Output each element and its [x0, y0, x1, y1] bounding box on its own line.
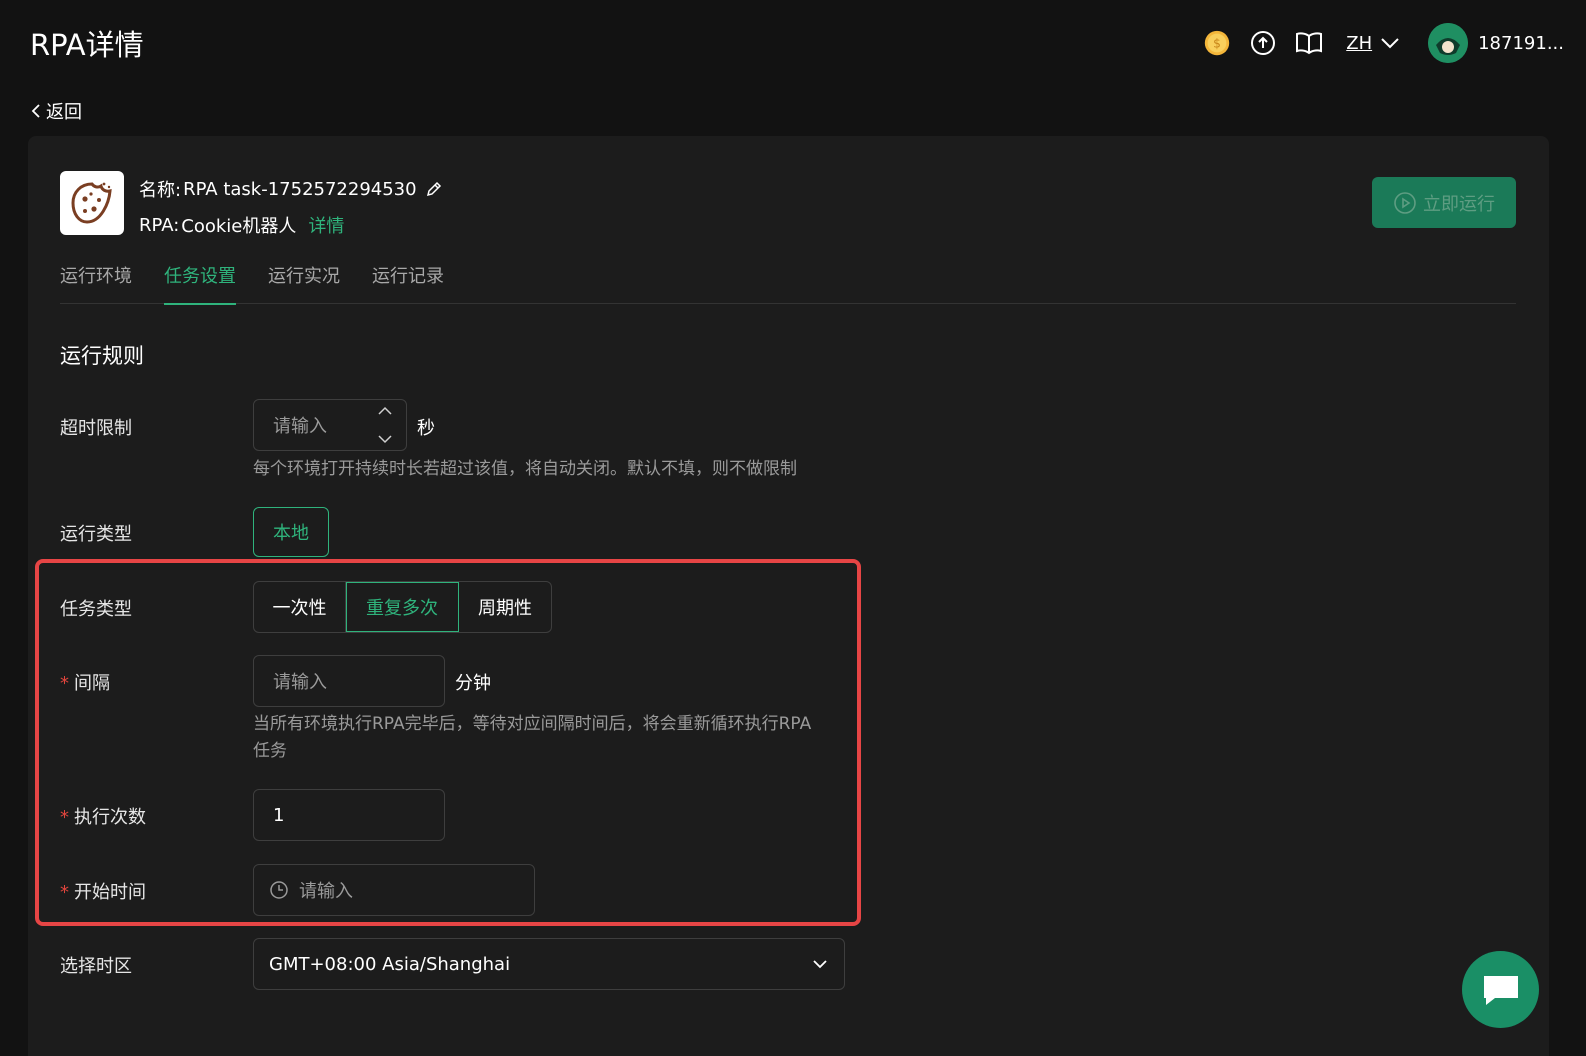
rpa-label: RPA: [139, 214, 180, 236]
back-button[interactable]: 返回 [30, 98, 82, 124]
interval-unit: 分钟 [455, 673, 491, 694]
timeout-placeholder: 请输入 [273, 416, 327, 437]
run-type-local[interactable]: 本地 [253, 507, 329, 557]
play-circle-icon [1394, 191, 1416, 214]
exec-count-label: * 执行次数 [60, 803, 146, 829]
book-icon[interactable] [1294, 28, 1324, 58]
start-time-label-text: 开始时间 [74, 882, 146, 903]
timeout-input[interactable]: 请输入 [253, 399, 407, 451]
task-name-label: 名称: [139, 180, 182, 201]
start-time-placeholder: 请输入 [299, 881, 353, 902]
timeout-hint: 每个环境打开持续时长若超过该值，将自动关闭。默认不填，则不做限制 [253, 459, 797, 479]
task-rpa-row: RPA: Cookie机器人 详情 [139, 212, 443, 238]
interval-label-text: 间隔 [74, 673, 110, 694]
run-now-label: 立即运行 [1423, 193, 1495, 215]
task-name-row: 名称: RPA task-1752572294530 [139, 177, 443, 201]
timezone-value: GMT+08:00 Asia/Shanghai [269, 953, 511, 975]
interval-label: * 间隔 [60, 669, 110, 695]
clock-icon [270, 881, 288, 899]
rpa-detail-link[interactable]: 详情 [308, 212, 344, 238]
chat-button[interactable] [1462, 951, 1539, 1028]
language-label: ZH [1346, 32, 1373, 54]
chevron-down-icon[interactable] [378, 435, 392, 444]
required-mark: * [60, 807, 69, 828]
start-time-label: * 开始时间 [60, 878, 146, 904]
chevron-left-icon [31, 104, 40, 118]
exec-count-input[interactable]: 1 [253, 789, 445, 841]
tab-records[interactable]: 运行记录 [372, 260, 444, 304]
start-time-picker[interactable]: 请输入 [253, 864, 535, 916]
interval-hint-line1: 当所有环境执行RPA完毕后，等待对应间隔时间后，将会重新循环执行RPA [253, 714, 812, 734]
tab-run-env[interactable]: 运行环境 [60, 260, 132, 304]
timezone-select[interactable]: GMT+08:00 Asia/Shanghai [253, 938, 845, 990]
chevron-up-icon[interactable] [378, 406, 392, 415]
interval-input[interactable]: 请输入 [253, 655, 445, 707]
rpa-value: Cookie机器人 [181, 216, 297, 237]
task-type-segmented: 一次性 重复多次 周期性 [253, 581, 552, 633]
required-mark: * [60, 882, 69, 903]
task-type-label: 任务类型 [60, 599, 132, 620]
top-bar: RPA详情 $ ZH 187191... [0, 0, 1586, 86]
timeout-stepper[interactable] [378, 406, 392, 444]
exec-count-value: 1 [273, 804, 285, 826]
language-selector[interactable]: ZH [1346, 33, 1400, 54]
exec-count-label-text: 执行次数 [74, 807, 146, 828]
section-title: 运行规则 [60, 344, 144, 368]
task-header: 名称: RPA task-1752572294530 RPA: Cookie机器… [60, 171, 443, 237]
task-type-periodic[interactable]: 周期性 [459, 582, 551, 632]
chevron-down-icon [1381, 38, 1399, 49]
cookie-icon [60, 171, 124, 235]
top-actions: $ ZH 187191... [1186, 22, 1564, 64]
interval-hint-line2: 任务 [253, 741, 287, 761]
coin-icon[interactable]: $ [1202, 28, 1232, 58]
task-name-value: RPA task-1752572294530 [183, 178, 417, 200]
task-type-once[interactable]: 一次性 [254, 582, 346, 632]
timezone-label: 选择时区 [60, 956, 132, 977]
chevron-down-icon [813, 960, 827, 969]
timeout-unit: 秒 [417, 418, 435, 439]
task-meta: 名称: RPA task-1752572294530 RPA: Cookie机器… [139, 171, 443, 237]
tab-bar: 运行环境 任务设置 运行实况 运行记录 [60, 260, 1516, 305]
back-label: 返回 [46, 102, 82, 123]
chat-icon [1483, 975, 1518, 1005]
tab-live[interactable]: 运行实况 [268, 260, 340, 304]
username: 187191... [1478, 32, 1564, 54]
interval-placeholder: 请输入 [273, 672, 327, 693]
edit-icon[interactable] [425, 180, 443, 198]
svg-text:$: $ [1213, 37, 1221, 51]
upload-icon[interactable] [1248, 28, 1278, 58]
tab-task-settings[interactable]: 任务设置 [164, 260, 236, 305]
avatar [1428, 23, 1469, 63]
app-title: RPA详情 [30, 28, 144, 62]
timeout-label: 超时限制 [60, 418, 132, 439]
run-type-label: 运行类型 [60, 524, 132, 545]
task-type-repeat[interactable]: 重复多次 [346, 582, 459, 632]
user-menu[interactable]: 187191... [1428, 23, 1564, 63]
detail-panel: 名称: RPA task-1752572294530 RPA: Cookie机器… [28, 136, 1549, 1056]
required-mark: * [60, 673, 69, 694]
run-now-button[interactable]: 立即运行 [1372, 177, 1516, 228]
